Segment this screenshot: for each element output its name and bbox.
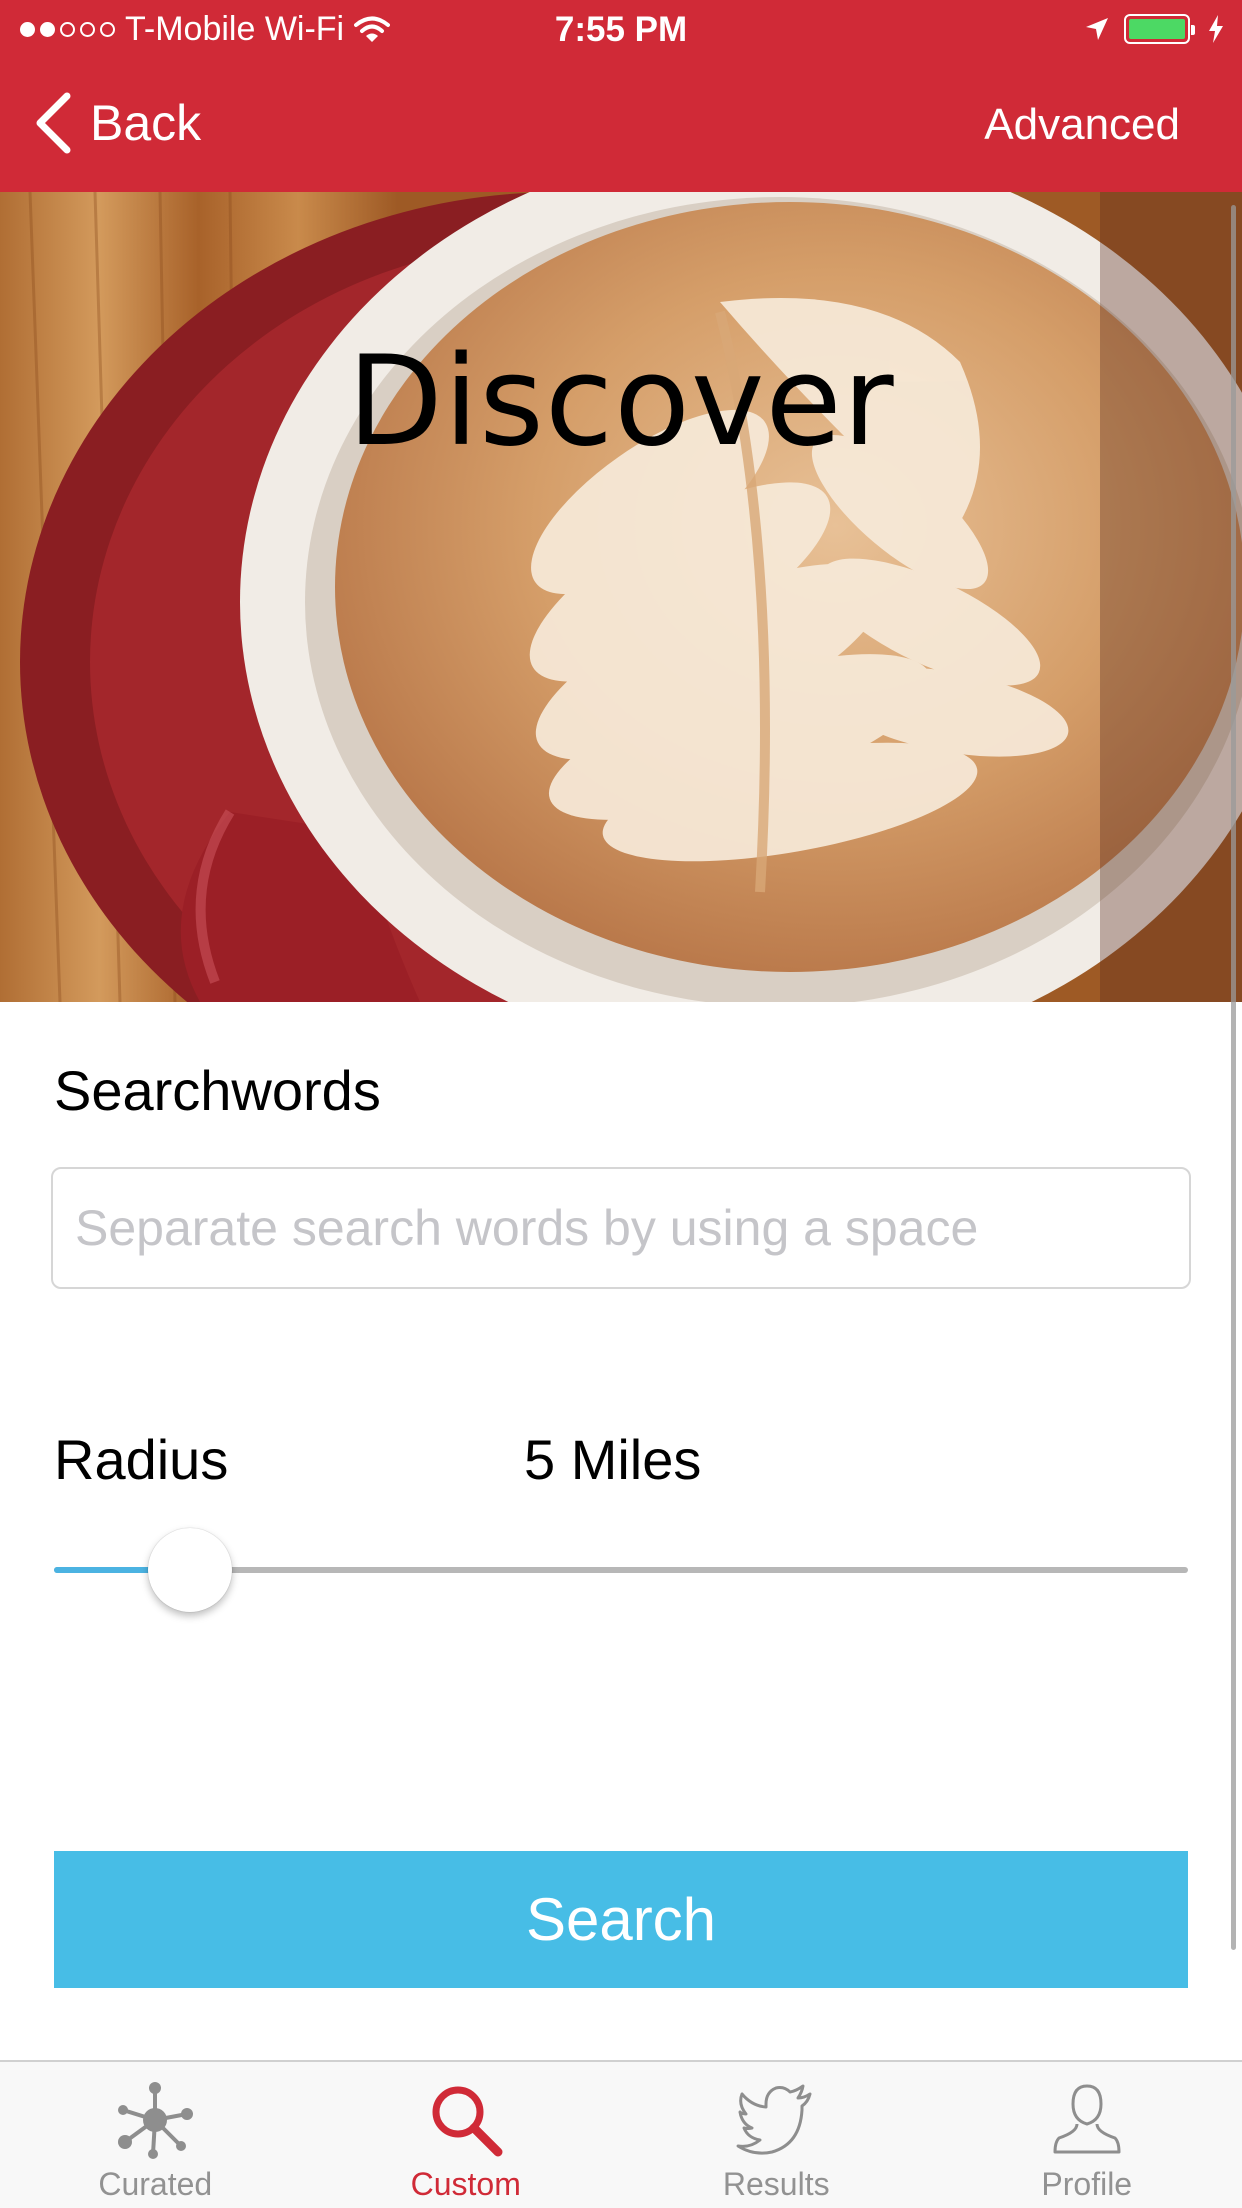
back-label: Back: [90, 95, 202, 151]
scroll-indicator[interactable]: [1231, 205, 1236, 1950]
tab-profile[interactable]: Profile: [932, 2062, 1242, 2208]
radius-value: 5 Miles: [524, 1428, 702, 1491]
tab-bar: Curated Custom Results Profile: [0, 2060, 1242, 2208]
battery-icon: [1124, 14, 1195, 44]
radius-label: Radius: [54, 1428, 229, 1491]
navigation-bar: Back Advanced: [0, 62, 1242, 192]
radius-slider[interactable]: [54, 1528, 1188, 1612]
clock: 7:55 PM: [554, 10, 688, 49]
tab-results[interactable]: Results: [621, 2062, 932, 2208]
chevron-left-icon: [34, 92, 72, 154]
latte-art-photo: [0, 192, 1242, 1002]
slider-thumb[interactable]: [148, 1528, 232, 1612]
status-indicators: [1084, 14, 1224, 44]
search-button[interactable]: Search: [54, 1851, 1188, 1988]
network-icon: [115, 2080, 195, 2160]
tab-label: Custom: [410, 2166, 521, 2202]
tab-label: Curated: [98, 2166, 213, 2202]
hero-banner: Discover: [0, 192, 1242, 1002]
tab-curated[interactable]: Curated: [0, 2062, 311, 2208]
tab-label: Results: [722, 2166, 830, 2202]
charging-bolt-icon: [1208, 15, 1224, 43]
searchwords-label: Searchwords: [54, 1059, 381, 1122]
tab-label: Profile: [1041, 2166, 1133, 2202]
search-words-input[interactable]: [51, 1167, 1191, 1289]
person-icon: [1047, 2080, 1127, 2160]
status-bar: T-Mobile Wi-Fi 7:55 PM: [0, 0, 1242, 62]
advanced-button[interactable]: Advanced: [984, 100, 1180, 150]
back-button[interactable]: Back: [34, 92, 201, 154]
tab-custom[interactable]: Custom: [311, 2062, 622, 2208]
search-icon: [426, 2080, 506, 2160]
page-title: Discover: [347, 330, 895, 474]
location-arrow-icon: [1084, 16, 1110, 42]
twitter-bird-icon: [736, 2080, 816, 2160]
